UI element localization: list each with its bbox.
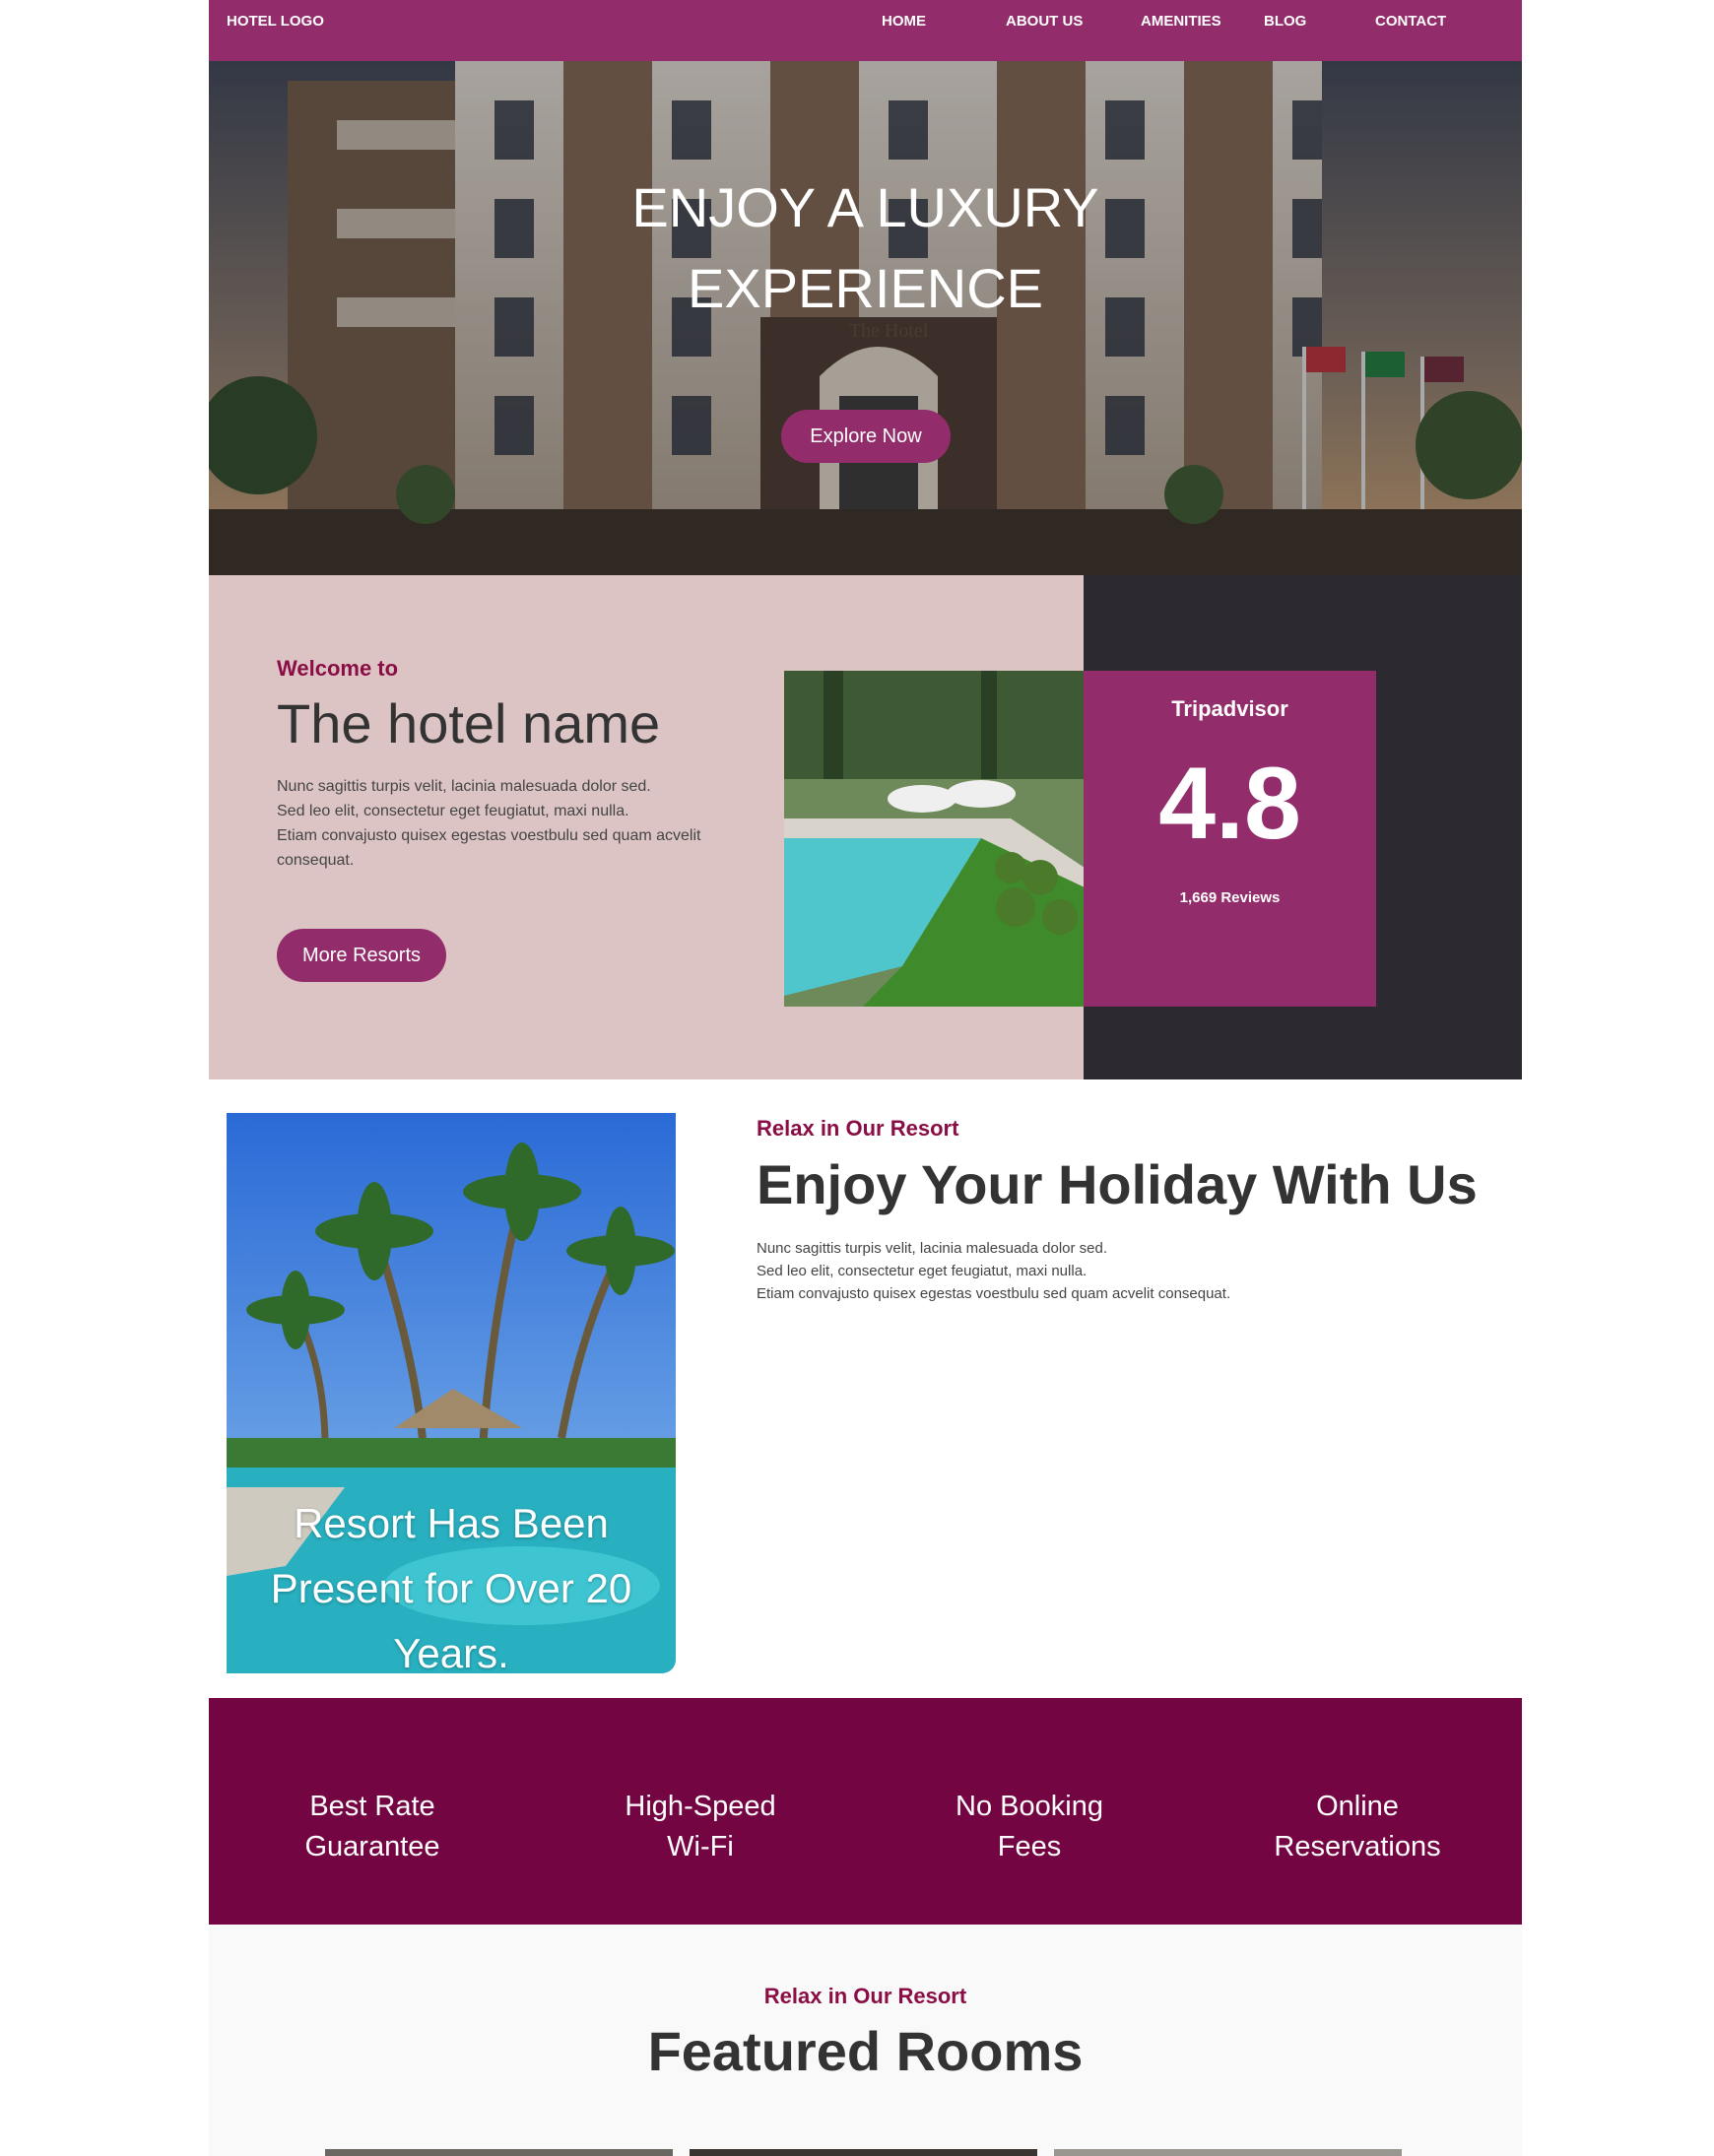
holiday-kicker: Relax in Our Resort — [757, 1116, 959, 1141]
rating-score: 4.8 — [1158, 747, 1301, 861]
holiday-body-text: Nunc sagittis turpis velit, lacinia male… — [757, 1237, 1446, 1305]
rating-review-count: 1,669 Reviews — [1179, 889, 1281, 906]
nav-link-blog[interactable]: BLOG — [1264, 13, 1306, 30]
holiday-section: Resort Has Been Present for Over 20 Year… — [209, 1079, 1522, 1698]
nav-links: HOME ABOUT US AMENITIES BLOG CONTACT — [209, 13, 1522, 33]
feature-line: Reservations — [1274, 1831, 1441, 1862]
feature-best-rate: Best Rate Guarantee — [254, 1787, 491, 1867]
welcome-body-line: Sed leo elit, consectetur eget feugiatut… — [277, 803, 629, 819]
feature-no-booking-fees: No Booking Fees — [911, 1787, 1148, 1867]
feature-line: Guarantee — [304, 1831, 440, 1862]
nav-link-about-us[interactable]: ABOUT US — [1006, 13, 1083, 30]
hero-title-line2: EXPERIENCE — [688, 257, 1043, 319]
hero-title: ENJOY A LUXURY EXPERIENCE — [209, 167, 1522, 329]
holiday-title: Enjoy Your Holiday With Us — [757, 1153, 1478, 1215]
hero-title-line1: ENJOY A LUXURY — [631, 176, 1099, 238]
welcome-body-line: Nunc sagittis turpis velit, lacinia male… — [277, 778, 651, 795]
welcome-body-text: Nunc sagittis turpis velit, lacinia male… — [277, 774, 750, 873]
feature-line: No Booking — [956, 1791, 1103, 1822]
feature-online-reservations: Online Reservations — [1239, 1787, 1476, 1867]
feature-line: High-Speed — [625, 1791, 776, 1822]
resort-palm-image: Resort Has Been Present for Over 20 Year… — [227, 1113, 676, 1673]
room-card[interactable] — [690, 2149, 1037, 2156]
more-resorts-button[interactable]: More Resorts — [277, 929, 446, 982]
features-band: Best Rate Guarantee High-Speed Wi-Fi No … — [209, 1698, 1522, 1925]
holiday-body-line: Nunc sagittis turpis velit, lacinia male… — [757, 1240, 1108, 1257]
welcome-kicker: Welcome to — [277, 656, 399, 681]
page: HOTEL LOGO HOME ABOUT US AMENITIES BLOG … — [209, 0, 1522, 2156]
holiday-body-line: Sed leo elit, consectetur eget feugiatut… — [757, 1263, 1088, 1279]
hero-banner: The Hotel ENJOY A LUXURY EXPERIENCE Expl… — [209, 61, 1522, 575]
explore-now-button[interactable]: Explore Now — [781, 410, 951, 463]
welcome-section: Welcome to The hotel name Nunc sagittis … — [209, 575, 1522, 1079]
room-card[interactable] — [325, 2149, 673, 2156]
nav-link-home[interactable]: HOME — [882, 13, 926, 30]
nav-link-contact[interactable]: CONTACT — [1375, 13, 1446, 30]
feature-line: Online — [1316, 1791, 1399, 1822]
featured-rooms-section: Relax in Our Resort Featured Rooms — [209, 1925, 1522, 2156]
tripadvisor-rating-card: Tripadvisor 4.8 1,669 Reviews — [1084, 671, 1376, 1007]
pool-image — [784, 671, 1085, 1007]
rating-source: Tripadvisor — [1171, 696, 1288, 721]
rooms-kicker: Relax in Our Resort — [763, 1984, 967, 2008]
feature-line: Wi-Fi — [667, 1831, 734, 1862]
rooms-title: Featured Rooms — [647, 2020, 1084, 2082]
feature-line: Fees — [997, 1831, 1062, 1862]
nav-link-amenities[interactable]: AMENITIES — [1141, 13, 1221, 30]
top-navbar: HOTEL LOGO HOME ABOUT US AMENITIES BLOG … — [209, 0, 1522, 61]
hotel-name-title: The hotel name — [277, 692, 661, 754]
feature-line: Best Rate — [309, 1791, 435, 1822]
holiday-body-line: Etiam convajusto quisex egestas voestbul… — [757, 1285, 1231, 1302]
room-card[interactable] — [1054, 2149, 1402, 2156]
resort-image-caption: Resort Has Been Present for Over 20 Year… — [270, 1500, 632, 1673]
feature-wifi: High-Speed Wi-Fi — [582, 1787, 819, 1867]
welcome-body-line: Etiam convajusto quisex egestas voestbul… — [277, 827, 701, 869]
